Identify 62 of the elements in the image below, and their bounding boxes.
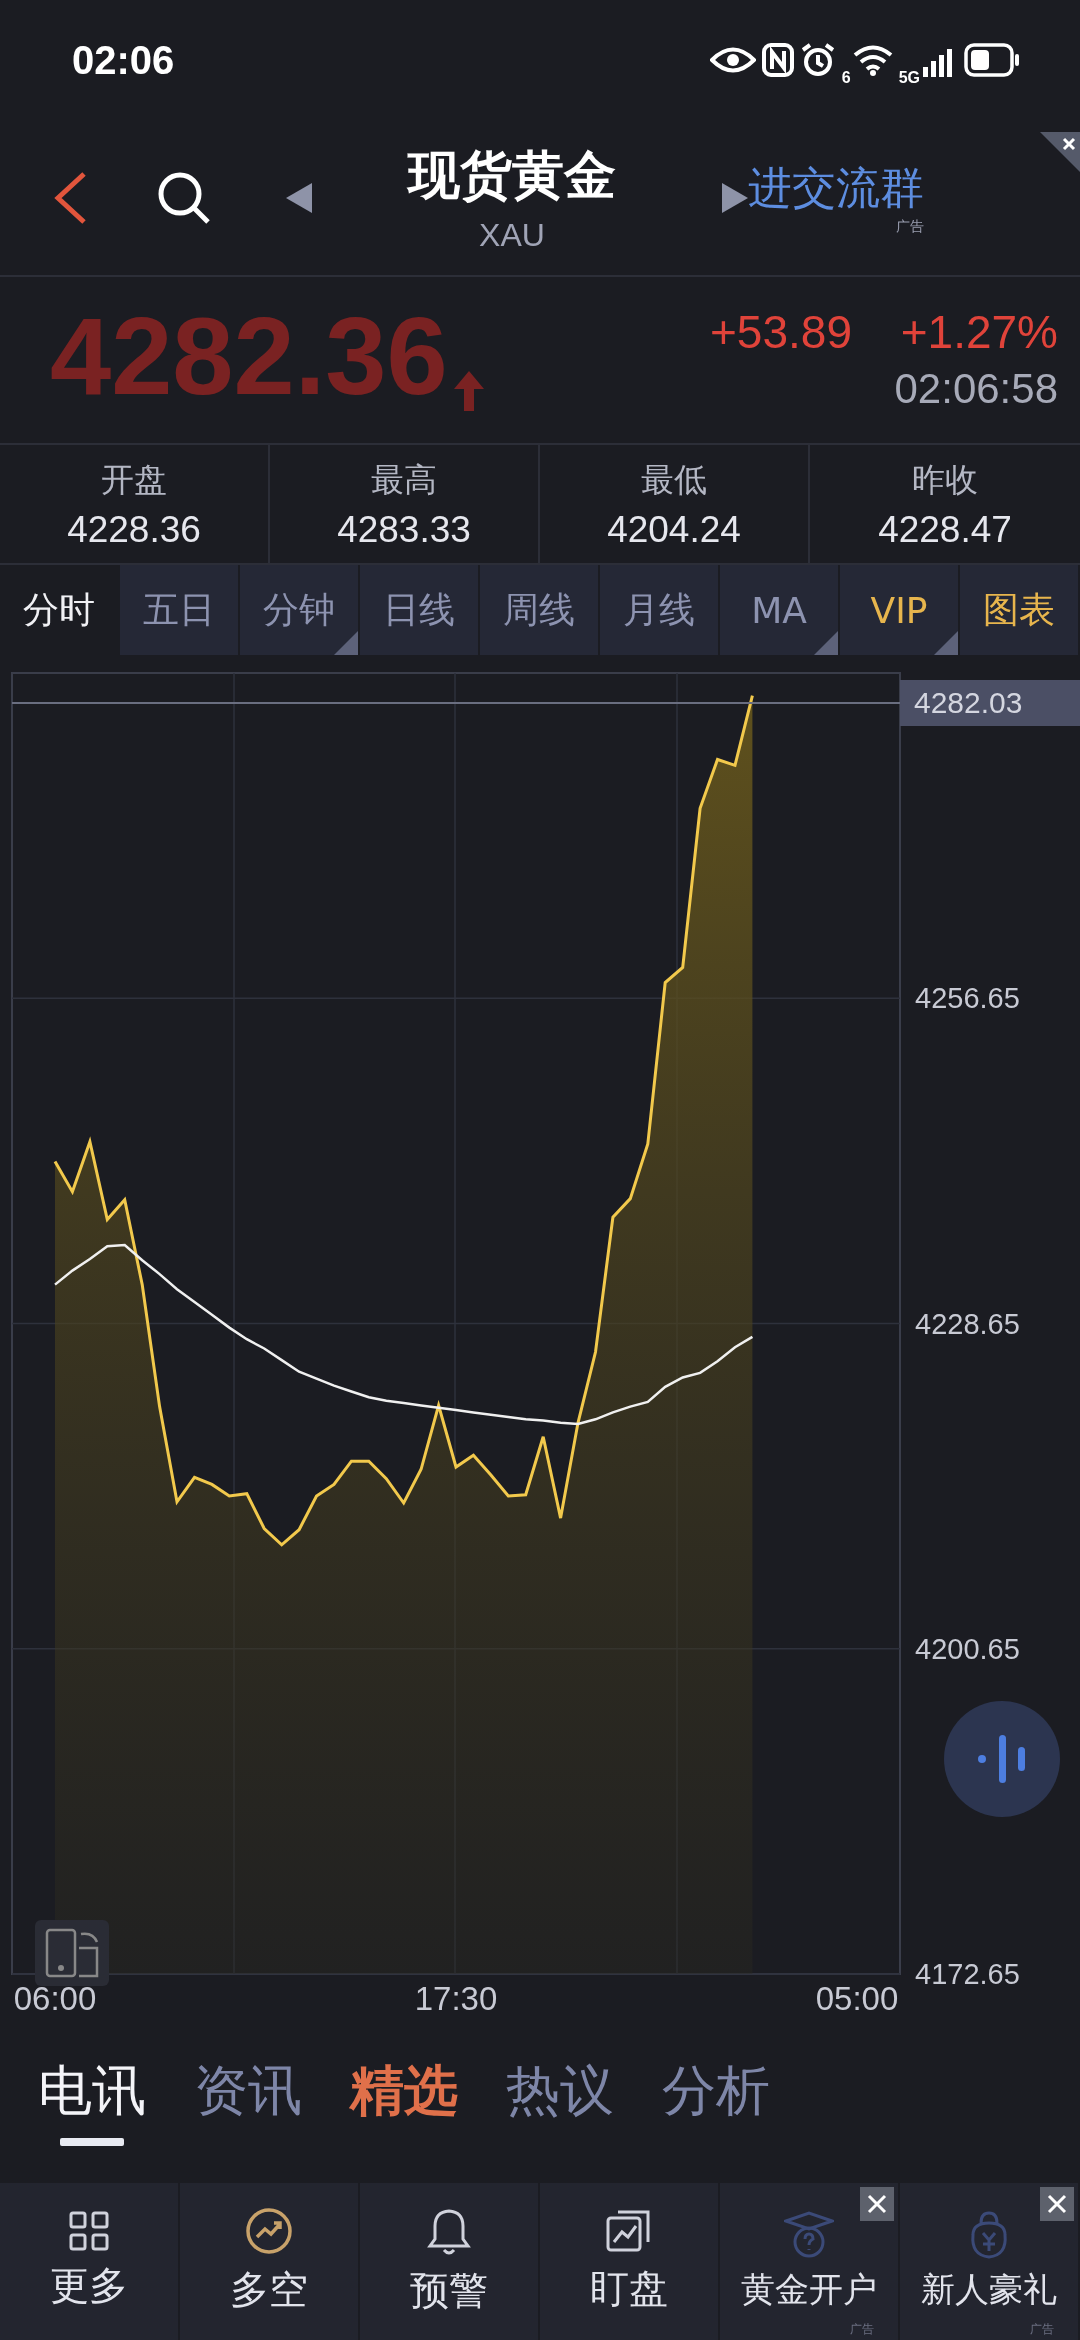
stat-label: 昨收 xyxy=(912,458,978,501)
period-tab[interactable]: 周线 xyxy=(480,565,600,655)
close-icon[interactable] xyxy=(1040,132,1080,172)
period-tab[interactable]: 分钟 xyxy=(240,565,360,655)
up-arrow-icon xyxy=(453,371,484,411)
period-tab[interactable]: 日线 xyxy=(360,565,480,655)
ad-label: 广告 xyxy=(896,218,924,236)
x-axis-label: 17:30 xyxy=(414,1980,498,2017)
period-tab[interactable]: MA xyxy=(720,565,840,655)
current-price: 4282.36 xyxy=(50,301,448,411)
instrument-title: 现货黄金 xyxy=(408,144,616,207)
nav-button[interactable]: 预警 xyxy=(360,2183,538,2340)
grid-icon xyxy=(69,2210,109,2251)
news-tab[interactable]: 热议 xyxy=(506,2053,614,2150)
news-tab[interactable]: 精选 xyxy=(350,2053,458,2150)
quote-time: 02:06:58 xyxy=(894,365,1058,413)
clock-time: 02:06 xyxy=(72,37,175,83)
stat-value: 4228.47 xyxy=(878,508,1012,551)
nav-button[interactable]: 多空 xyxy=(180,2183,358,2340)
join-group-link[interactable]: 进交流群 xyxy=(748,159,924,218)
battery-icon xyxy=(964,43,1020,77)
voice-button-icon[interactable] xyxy=(944,1701,1060,1817)
news-tab[interactable]: 分析 xyxy=(662,2053,770,2150)
trend-circle-icon xyxy=(245,2206,293,2255)
y-axis-label: 4200.65 xyxy=(915,1632,1020,1665)
x-axis-label: 05:00 xyxy=(815,1980,899,2017)
stat-value: 4228.36 xyxy=(67,508,201,551)
wifi-icon xyxy=(852,44,893,76)
stat-value: 4283.33 xyxy=(337,508,471,551)
y-axis-label: 4228.65 xyxy=(915,1307,1020,1340)
nav-button[interactable]: 盯盘 xyxy=(540,2183,718,2340)
previous-icon[interactable] xyxy=(286,182,312,213)
stat-label: 开盘 xyxy=(101,458,167,501)
x-axis-label: 06:00 xyxy=(13,1980,97,2017)
instrument-symbol: XAU xyxy=(479,217,545,254)
close-icon[interactable] xyxy=(1040,2187,1074,2221)
period-tab[interactable]: 五日 xyxy=(120,565,240,655)
period-tab[interactable]: 月线 xyxy=(600,565,720,655)
nfc-icon xyxy=(761,43,794,77)
eye-icon xyxy=(709,45,756,75)
close-icon[interactable] xyxy=(860,2187,894,2221)
stat-label: 最高 xyxy=(371,458,437,501)
stat-label: 最低 xyxy=(641,458,707,501)
news-tab[interactable]: 资讯 xyxy=(194,2053,302,2150)
network-label: 5G xyxy=(898,69,920,87)
next-icon[interactable] xyxy=(722,182,748,213)
alarm-icon xyxy=(799,42,836,78)
current-price-tag: 4282.03 xyxy=(900,680,1080,727)
graduation-cap-icon xyxy=(784,2210,834,2259)
ad-label: 广告 xyxy=(850,2321,874,2338)
period-tab[interactable]: 图表 xyxy=(960,565,1080,655)
wifi-standard-label: 6 xyxy=(841,69,851,87)
price-change: +53.89 xyxy=(710,305,852,359)
y-axis-label: 4172.65 xyxy=(915,1958,1020,1990)
nav-button[interactable]: 更多 xyxy=(0,2183,178,2340)
percent-change: +1.27% xyxy=(900,305,1058,359)
rotate-screen-icon[interactable] xyxy=(35,1920,109,1986)
news-tab[interactable]: 电讯 xyxy=(38,2053,146,2150)
period-tab[interactable]: VIP xyxy=(840,565,960,655)
stat-value: 4204.24 xyxy=(607,508,741,551)
ad-label: 广告 xyxy=(1030,2321,1054,2338)
y-axis-label: 4256.65 xyxy=(915,982,1020,1015)
